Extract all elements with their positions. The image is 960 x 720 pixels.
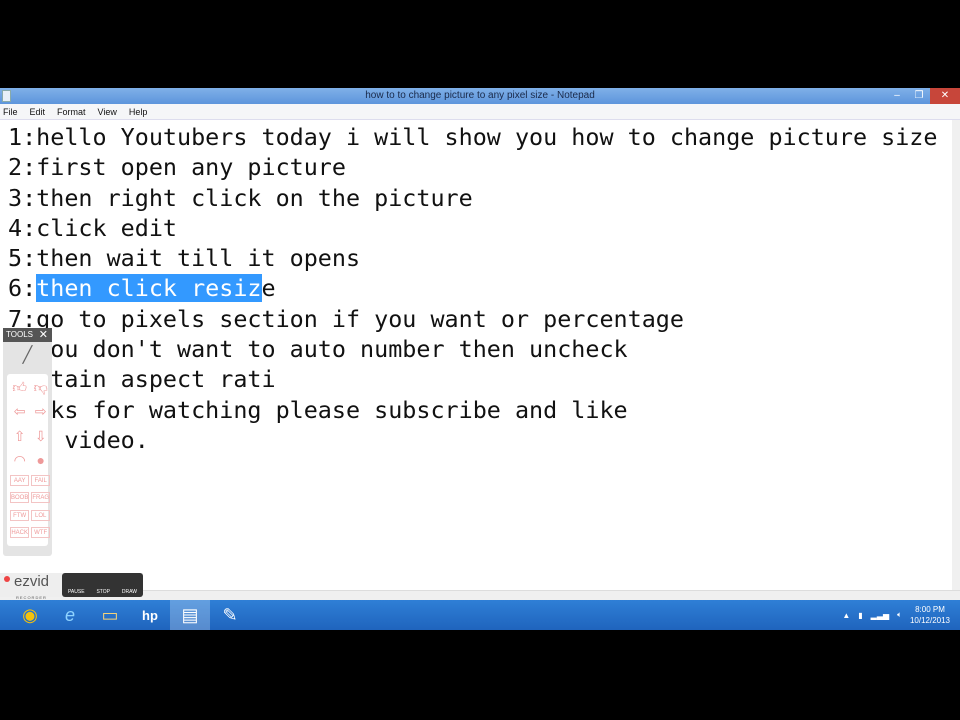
arrow-up-icon[interactable]: ⇧ xyxy=(10,427,29,445)
menu-file[interactable]: File xyxy=(3,104,18,119)
text-line: 6:then click resize xyxy=(8,273,952,303)
stamp[interactable]: WTF xyxy=(31,526,51,538)
text-line: nks for watching please subscribe and li… xyxy=(8,395,628,424)
tools-panel: TOOLS ✕ ╱ 👍︎ 👎︎ ⇦ ⇨ ⇧ ⇩ ◠ ● AAY FAIL BOOB FRAG … xyxy=(3,328,52,556)
tools-header: TOOLS ✕ xyxy=(3,328,52,342)
menu-edit[interactable]: Edit xyxy=(30,104,46,119)
ezvid-logo: ezvid RECORDER xyxy=(0,573,62,600)
selected-text: then click resiz xyxy=(36,274,262,303)
clock-time: 8:00 PM xyxy=(915,605,945,614)
stamp[interactable]: BOOB xyxy=(10,492,30,504)
finger-icon[interactable]: ● xyxy=(31,451,50,469)
clock-date: 10/12/2013 xyxy=(909,616,950,625)
stamp[interactable]: FAIL xyxy=(31,475,51,486)
arrow-down-icon[interactable]: ⇩ xyxy=(31,427,50,445)
text-line: 5:then wait till it opens xyxy=(8,244,361,273)
menu-help[interactable]: Help xyxy=(129,104,148,119)
stamp[interactable]: FTW xyxy=(10,509,30,521)
text-line: 4:click edit xyxy=(8,213,177,242)
paint-icon[interactable]: ✎ xyxy=(210,600,250,630)
tools-title: TOOLS xyxy=(6,330,33,339)
recorder-bar: ezvid RECORDER PAUSE STOP DRAW xyxy=(0,573,143,600)
chrome-icon[interactable]: ◉ xyxy=(10,600,50,630)
battery-icon[interactable]: ▮ xyxy=(858,611,862,620)
taskbar: ◉ e ▭ hp ▤ ✎ ▲ ▮ ▂▃▅ 🔈︎ 8:00 PM 10/12/201… xyxy=(0,600,960,630)
text-line: 3:then right click on the picture xyxy=(8,183,473,212)
menu-bar: File Edit Format View Help xyxy=(0,104,960,120)
rainbow-icon[interactable]: ◠ xyxy=(10,451,29,469)
thumbs-up-icon[interactable]: 👍︎ xyxy=(10,378,29,396)
draw-button[interactable]: DRAW xyxy=(122,589,137,595)
text-line: you don't want to auto number then unche… xyxy=(8,335,628,364)
arrow-right-icon[interactable]: ⇨ xyxy=(31,402,50,420)
stop-button[interactable]: STOP xyxy=(96,589,110,595)
volume-icon[interactable]: 🔈︎ xyxy=(897,610,902,620)
line-suffix: e xyxy=(261,274,276,303)
text-line: 7:go to pixels section if you want or pe… xyxy=(8,304,684,333)
brush-icon[interactable]: ╱ xyxy=(3,342,52,370)
close-button[interactable]: ✕ xyxy=(930,88,960,104)
notepad-window: how to to change picture to any pixel si… xyxy=(0,88,960,600)
close-icon[interactable]: ✕ xyxy=(39,328,48,342)
menu-view[interactable]: View xyxy=(98,104,117,119)
text-line: 1:hello Youtubers today i will show you … xyxy=(8,123,938,151)
record-indicator-icon xyxy=(4,576,10,582)
system-tray: ▲ ▮ ▂▃▅ 🔈︎ 8:00 PM 10/12/2013 xyxy=(842,600,960,630)
line-prefix: 6: xyxy=(8,274,37,303)
horizontal-scrollbar[interactable] xyxy=(0,590,960,600)
pause-button[interactable]: PAUSE xyxy=(68,589,85,595)
thumbs-down-icon[interactable]: 👎︎ xyxy=(31,378,50,396)
hp-icon[interactable]: hp xyxy=(130,600,170,630)
text-line: s video. xyxy=(8,425,149,454)
stamp[interactable]: AAY xyxy=(10,475,30,486)
notepad-icon xyxy=(2,90,11,102)
menu-format[interactable]: Format xyxy=(57,104,86,119)
clock[interactable]: 8:00 PM 10/12/2013 xyxy=(910,604,950,626)
restore-button[interactable]: ❐ xyxy=(908,88,930,104)
stamp[interactable]: FRAG xyxy=(31,492,51,504)
stamp[interactable]: LOL xyxy=(31,509,51,521)
file-explorer-icon[interactable]: ▭ xyxy=(90,600,130,630)
text-line: ntain aspect rati xyxy=(8,365,276,394)
window-title: how to to change picture to any pixel si… xyxy=(365,90,595,101)
logo-text: ezvid xyxy=(14,573,50,590)
text-editor[interactable]: 1:hello Youtubers today i will show you … xyxy=(0,120,952,590)
stamp[interactable]: HACK xyxy=(10,526,30,538)
title-bar[interactable]: how to to change picture to any pixel si… xyxy=(0,88,960,104)
minimize-button[interactable]: – xyxy=(886,88,908,104)
network-icon[interactable]: ▂▃▅ xyxy=(871,611,889,620)
text-line: 2:first open any picture xyxy=(8,153,346,182)
show-hidden-icons-icon[interactable]: ▲ xyxy=(842,611,850,620)
arrow-left-icon[interactable]: ⇦ xyxy=(10,402,29,420)
vertical-scrollbar[interactable] xyxy=(952,120,960,590)
internet-explorer-icon[interactable]: e xyxy=(50,600,90,630)
notepad-taskbar-icon[interactable]: ▤ xyxy=(170,600,210,630)
